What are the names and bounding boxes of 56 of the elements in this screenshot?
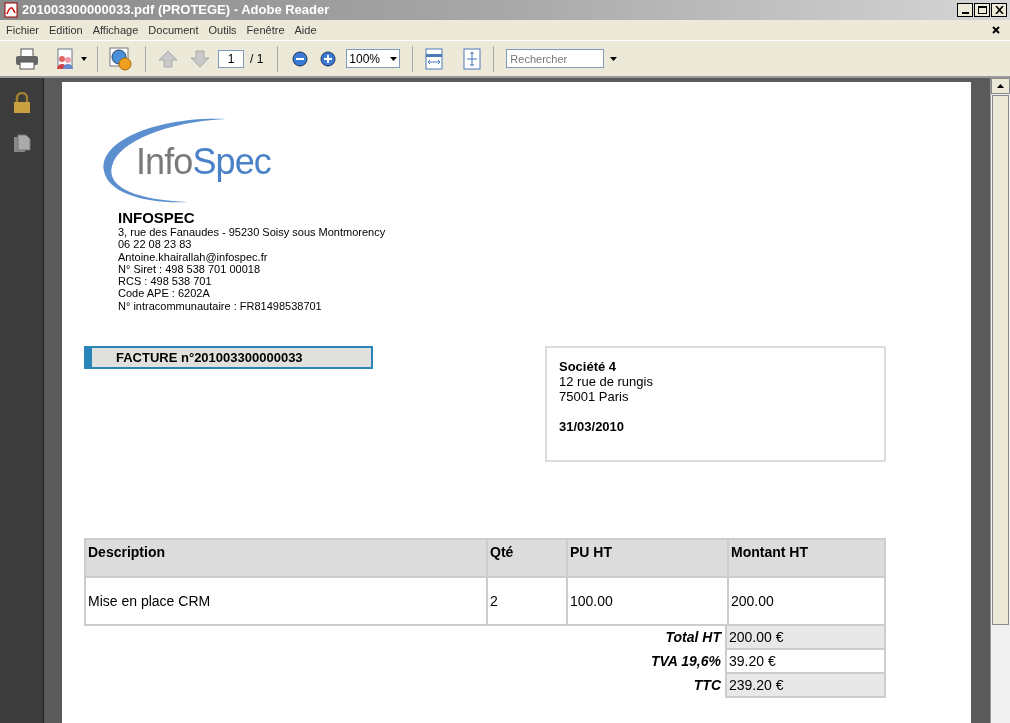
- table-cell: 2: [486, 578, 566, 625]
- column-header: Qté: [486, 540, 566, 577]
- customer-name: Société 4: [559, 359, 618, 375]
- search-field[interactable]: Rechercher: [506, 49, 605, 68]
- menu-item[interactable]: Edition: [49, 21, 83, 39]
- pdf-file-icon: [3, 2, 19, 18]
- people-icon[interactable]: [54, 46, 88, 71]
- total-label: TVA 19,6%: [649, 652, 722, 672]
- maximize-button[interactable]: [974, 3, 990, 17]
- caret-icon[interactable]: [390, 56, 398, 61]
- menu-item[interactable]: Aide: [294, 21, 317, 39]
- total-label: TTC: [692, 676, 722, 696]
- menu-item[interactable]: Fenêtre: [246, 21, 285, 39]
- printer-icon[interactable]: [14, 46, 40, 71]
- total-value: 239.20 €: [725, 674, 886, 699]
- column-header: Montant HT: [727, 540, 884, 577]
- column-header: Description: [87, 543, 166, 563]
- table-cell-text: Mise en place CRM: [87, 591, 212, 611]
- pages-icon[interactable]: [12, 134, 31, 154]
- fit-width-icon[interactable]: [425, 47, 444, 70]
- total-value: 39.20 €: [725, 650, 886, 675]
- menu-item[interactable]: Affichage: [92, 21, 139, 39]
- company-logo: InfoSpec: [136, 144, 271, 180]
- company-detail: RCS : 498 538 701: [118, 275, 213, 288]
- scroll-up-icon[interactable]: [997, 84, 1004, 88]
- zoom-out-icon[interactable]: [292, 50, 309, 67]
- page-number-field[interactable]: 1: [218, 49, 244, 68]
- company-detail: N° intracommunautaire : FR81498538701: [118, 299, 323, 313]
- page-total: / 1: [250, 50, 264, 68]
- company-detail: N° Siret : 498 538 701 00018: [118, 262, 260, 276]
- invoice-date: 31/03/2010: [559, 419, 626, 435]
- caret-icon[interactable]: [610, 56, 618, 61]
- minimize-button[interactable]: [957, 3, 973, 17]
- fit-page-icon[interactable]: [463, 47, 482, 70]
- table-cell: 200.00: [727, 578, 884, 625]
- customer-address: 12 rue de rungis: [559, 374, 654, 390]
- menu-item[interactable]: Outils: [208, 21, 237, 39]
- column-header: PU HT: [566, 540, 727, 577]
- window-title: 201003300000033.pdf (PROTEGE) - Adobe Reader: [22, 1, 330, 20]
- zoom-in-icon[interactable]: [320, 50, 337, 67]
- company-detail: Code APE : 6202A: [118, 287, 211, 300]
- table-cell: 100.00: [566, 578, 727, 625]
- customer-address: 75001 Paris: [559, 389, 630, 405]
- close-document-icon[interactable]: [992, 26, 1000, 34]
- total-value: 200.00 €: [725, 626, 886, 651]
- lock-icon[interactable]: [11, 92, 32, 114]
- menu-item[interactable]: Fichier: [6, 21, 39, 39]
- zoom-dropdown[interactable]: 100%: [346, 49, 401, 68]
- company-detail: 06 22 08 23 83: [118, 238, 193, 251]
- menu-item[interactable]: Document: [148, 21, 199, 39]
- company-detail: 3, rue des Fanaudes - 95230 Soisy sous Montmorency: [118, 226, 387, 239]
- company-name: INFOSPEC: [118, 210, 196, 226]
- company-detail: Antoine.khairallah@infospec.fr: [118, 250, 269, 263]
- invoice-title: FACTURE n°201003300000033: [84, 346, 373, 370]
- total-label: Total HT: [664, 628, 723, 648]
- scrollbar[interactable]: [990, 78, 1010, 723]
